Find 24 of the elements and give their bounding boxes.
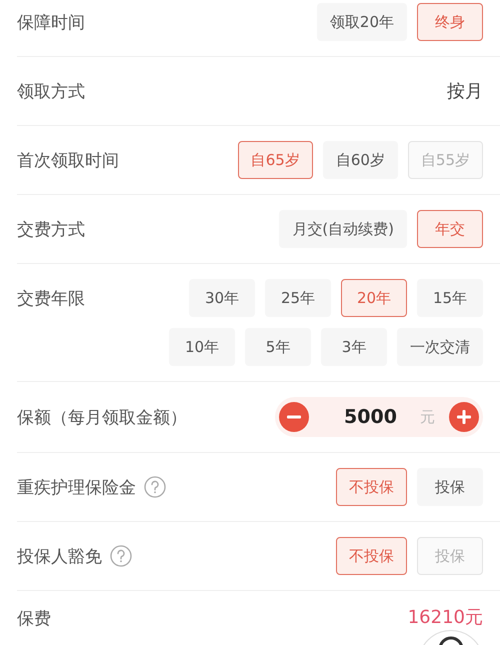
option-button[interactable]: 自60岁: [322, 141, 398, 179]
option-button[interactable]: 30年: [189, 279, 255, 317]
field-label: 交费方式: [17, 218, 85, 240]
unit-label: 元: [420, 408, 435, 426]
field-label: 领取方式: [17, 80, 85, 102]
option-button[interactable]: 一次交清: [397, 328, 483, 366]
field-label: 交费年限: [17, 288, 85, 310]
option-button[interactable]: 投保: [417, 468, 483, 506]
field-label: 重疾护理保险金: [17, 476, 136, 498]
option-button[interactable]: 15年: [417, 279, 483, 317]
field-label: 首次领取时间: [17, 150, 119, 172]
field-value: 16210元: [408, 608, 483, 628]
field-label: 保障时间: [17, 12, 85, 34]
amount-value: 5000: [343, 406, 398, 428]
field-label: 保额（每月领取金额）: [17, 406, 187, 428]
field-value: 按月: [447, 80, 483, 103]
option-button[interactable]: 领取20年: [316, 3, 407, 41]
option-button[interactable]: 25年: [265, 279, 331, 317]
option-button[interactable]: 10年: [169, 328, 235, 366]
field-label: 保费: [17, 608, 51, 630]
field-label: 投保人豁免: [17, 546, 102, 568]
option-button[interactable]: 月交(自动续费): [279, 210, 407, 248]
option-button[interactable]: 3年: [321, 328, 387, 366]
option-button[interactable]: 5年: [245, 328, 311, 366]
